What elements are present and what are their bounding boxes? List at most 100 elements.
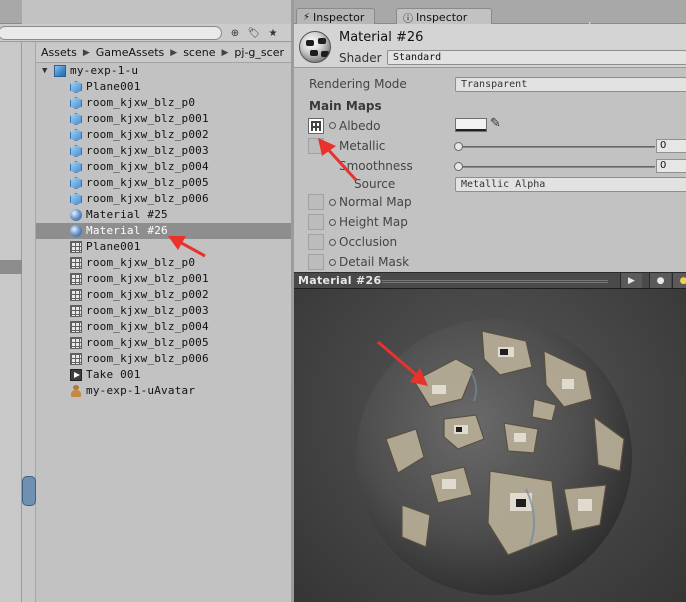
mesh-icon xyxy=(70,145,82,157)
asset-label: room_kjxw_blz_p006 xyxy=(86,352,209,365)
metallic-slider-knob[interactable] xyxy=(454,142,463,151)
asset-label: Plane001 xyxy=(86,240,141,253)
search-input[interactable] xyxy=(0,26,222,40)
normal-map-picker-icon[interactable] xyxy=(329,199,336,206)
occlusion-picker-icon[interactable] xyxy=(329,239,336,246)
metallic-value-field[interactable]: 0 xyxy=(656,139,686,153)
tab-inspector-debug[interactable]: ⚡ Inspector xyxy=(296,8,376,25)
mesh-grid-icon xyxy=(70,241,82,253)
asset-row[interactable]: Plane001 xyxy=(36,79,291,95)
smoothness-slider-knob[interactable] xyxy=(454,162,463,171)
normal-map-texture-slot[interactable] xyxy=(308,194,324,210)
breadcrumb-current[interactable]: pj-g_scer xyxy=(234,46,284,59)
preview-resize-grip[interactable] xyxy=(382,280,608,283)
asset-label: room_kjxw_blz_p0 xyxy=(86,96,196,109)
sphere-preview-icon[interactable]: ● xyxy=(649,273,671,288)
asset-label: room_kjxw_blz_p004 xyxy=(86,320,209,333)
albedo-texture-slot[interactable] xyxy=(308,118,324,134)
info-icon: ⓘ xyxy=(403,13,413,25)
metallic-label: Metallic xyxy=(339,139,386,153)
material-icon xyxy=(70,209,82,221)
detail-mask-label: Detail Mask xyxy=(339,255,410,269)
mesh-grid-icon xyxy=(70,305,82,317)
material-header: Material #26 Shader Standard xyxy=(294,24,686,68)
asset-label: room_kjxw_blz_p002 xyxy=(86,128,209,141)
shader-label: Shader xyxy=(339,51,382,65)
tab-label: Inspector xyxy=(416,10,468,24)
asset-list: ▼ my-exp-1-u Plane001 room_kjxw_blz_p0 room_… xyxy=(36,63,291,399)
normal-map-label: Normal Map xyxy=(339,195,412,209)
main-maps-heading: Main Maps xyxy=(309,99,382,113)
asset-row[interactable]: room_kjxw_blz_p001 xyxy=(36,271,291,287)
asset-label: room_kjxw_blz_p001 xyxy=(86,112,209,125)
asset-label: room_kjxw_blz_p003 xyxy=(86,304,209,317)
favorite-star-icon[interactable]: ★ xyxy=(264,26,282,40)
asset-row[interactable]: Take 001 xyxy=(36,367,291,383)
folder-tree-scrollbar[interactable] xyxy=(22,42,36,602)
filter-by-label-icon[interactable]: 🏷 xyxy=(245,26,263,40)
asset-row[interactable]: Material #26 xyxy=(36,223,291,239)
breadcrumb-scene[interactable]: scene xyxy=(183,46,215,59)
mesh-grid-icon xyxy=(70,337,82,349)
material-thumbnail xyxy=(299,31,331,63)
occlusion-texture-slot[interactable] xyxy=(308,234,324,250)
scrollbar-thumb[interactable] xyxy=(22,476,36,506)
asset-row[interactable]: room_kjxw_blz_p004 xyxy=(36,319,291,335)
breadcrumb-separator-icon: ▶ xyxy=(82,47,90,58)
mesh-icon xyxy=(70,81,82,93)
asset-row[interactable]: room_kjxw_blz_p005 xyxy=(36,175,291,191)
asset-label: Plane001 xyxy=(86,80,141,93)
filter-by-type-icon[interactable]: ⊕ xyxy=(226,26,244,40)
detail-mask-picker-icon[interactable] xyxy=(329,259,336,266)
asset-label: room_kjxw_blz_p005 xyxy=(86,176,209,189)
material-preview[interactable] xyxy=(294,289,686,602)
light-toggle-icon[interactable]: ● xyxy=(672,273,686,288)
asset-row[interactable]: room_kjxw_blz_p003 xyxy=(36,143,291,159)
asset-row[interactable]: my-exp-1-uAvatar xyxy=(36,383,291,399)
breadcrumb-separator-icon: ▶ xyxy=(170,47,178,58)
breadcrumb-gameassets[interactable]: GameAssets xyxy=(96,46,165,59)
eyedropper-icon[interactable]: ✎ xyxy=(490,116,501,131)
asset-row[interactable]: Material #25 xyxy=(36,207,291,223)
tab-inspector[interactable]: ⓘ Inspector xyxy=(396,8,492,25)
breadcrumb: Assets ▶ GameAssets ▶ scene ▶ pj-g_scer xyxy=(36,43,291,63)
asset-label: room_kjxw_blz_p002 xyxy=(86,288,209,301)
asset-row[interactable]: room_kjxw_blz_p003 xyxy=(36,303,291,319)
asset-label: room_kjxw_blz_p003 xyxy=(86,144,209,157)
source-dropdown[interactable]: Metallic Alpha xyxy=(455,177,686,192)
detail-mask-texture-slot[interactable] xyxy=(308,254,324,270)
height-map-texture-slot[interactable] xyxy=(308,214,324,230)
asset-label: room_kjxw_blz_p001 xyxy=(86,272,209,285)
play-icon[interactable]: ▶ xyxy=(620,273,642,288)
asset-row[interactable]: room_kjxw_blz_p0 xyxy=(36,95,291,111)
asset-row[interactable]: room_kjxw_blz_p002 xyxy=(36,127,291,143)
asset-row[interactable]: ▼ my-exp-1-u xyxy=(36,63,291,79)
mesh-icon xyxy=(70,161,82,173)
breadcrumb-assets[interactable]: Assets xyxy=(41,46,77,59)
foldout-arrow-icon[interactable]: ▼ xyxy=(42,63,48,79)
albedo-picker-icon[interactable] xyxy=(329,122,336,129)
rendering-mode-dropdown[interactable]: Transparent xyxy=(455,77,686,92)
asset-row[interactable]: Plane001 xyxy=(36,239,291,255)
animation-clip-icon xyxy=(70,369,82,381)
asset-label: room_kjxw_blz_p005 xyxy=(86,336,209,349)
scene-panel-selection xyxy=(0,260,22,274)
mesh-icon xyxy=(70,129,82,141)
metallic-texture-slot[interactable] xyxy=(308,138,324,154)
albedo-color-field[interactable] xyxy=(455,118,487,132)
asset-label: Material #25 xyxy=(86,208,168,221)
metallic-slider-track[interactable] xyxy=(457,146,655,148)
smoothness-value-field[interactable]: 0 xyxy=(656,159,686,173)
asset-row[interactable]: room_kjxw_blz_p004 xyxy=(36,159,291,175)
asset-row[interactable]: room_kjxw_blz_p002 xyxy=(36,287,291,303)
project-panel: ⊕ 🏷 ★ Assets ▶ GameAssets ▶ scene ▶ pj-g… xyxy=(0,0,291,602)
asset-row[interactable]: room_kjxw_blz_p005 xyxy=(36,335,291,351)
asset-row[interactable]: room_kjxw_blz_p006 xyxy=(36,351,291,367)
height-map-picker-icon[interactable] xyxy=(329,219,336,226)
smoothness-slider-track[interactable] xyxy=(457,166,655,168)
shader-dropdown[interactable]: Standard xyxy=(387,50,686,65)
asset-label: my-exp-1-u xyxy=(70,64,139,77)
asset-row[interactable]: room_kjxw_blz_p001 xyxy=(36,111,291,127)
asset-row[interactable]: room_kjxw_blz_p006 xyxy=(36,191,291,207)
asset-row[interactable]: room_kjxw_blz_p0 xyxy=(36,255,291,271)
